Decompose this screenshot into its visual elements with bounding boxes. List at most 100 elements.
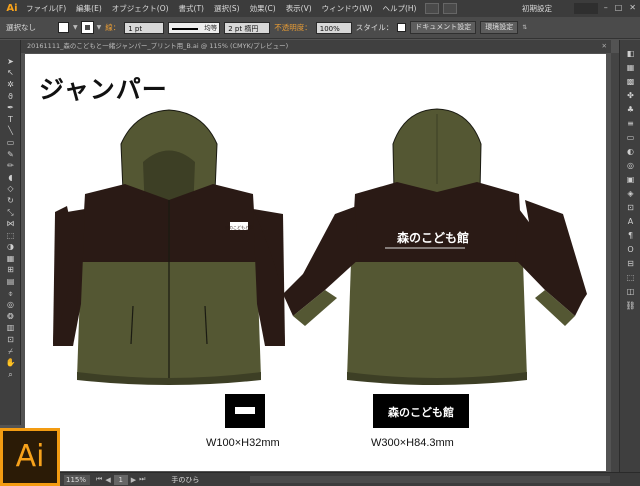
arrange-documents-icon[interactable] — [443, 3, 458, 14]
paintbrush-icon[interactable]: ✎ — [0, 149, 21, 161]
stroke-panel-icon[interactable]: ≡ — [620, 116, 640, 130]
maximize-button[interactable]: □ — [615, 3, 623, 12]
menu-view[interactable]: 表示(V) — [281, 3, 317, 14]
artboard-navigation: ⏮ ◀ 1 ▶ ⏭ — [96, 474, 145, 485]
links-icon[interactable]: ⛓ — [620, 298, 640, 312]
transform-icon[interactable]: ⬚ — [620, 270, 640, 284]
align-icon[interactable]: ⊟ — [620, 256, 640, 270]
search-input[interactable] — [574, 3, 598, 14]
jacket-illustrations: 森のこどもと館 森のこども館 森のこども館 — [53, 108, 587, 428]
stroke-swatch[interactable] — [80, 21, 94, 34]
workspace-switcher[interactable]: 初期設定 — [522, 3, 552, 14]
slice-tool-icon[interactable]: ⌿ — [0, 346, 21, 358]
eyedropper-icon[interactable]: ⌽ — [0, 288, 21, 300]
illustrator-logo: Ai — [0, 428, 60, 486]
close-button[interactable]: ✕ — [629, 3, 636, 12]
color-guide-icon[interactable]: ▦ — [620, 60, 640, 74]
stroke-label[interactable]: 線： — [105, 22, 120, 33]
zoom-tool-icon[interactable]: ⌕ — [0, 369, 21, 381]
shape-builder-icon[interactable]: ◑ — [0, 242, 21, 254]
menu-type[interactable]: 書式(T) — [174, 3, 209, 14]
column-graph-icon[interactable]: ▥ — [0, 323, 21, 335]
chevron-down-icon[interactable]: ▼ — [73, 24, 78, 31]
control-bar: 選択なし ▼ ▼ 線： 1 pt 均等 2 pt 楕円 不透明度： 100% ス… — [0, 17, 640, 39]
minimize-button[interactable]: – — [604, 3, 608, 12]
next-page-icon[interactable]: ▶ — [131, 476, 136, 484]
opacity-label[interactable]: 不透明度： — [274, 22, 312, 33]
last-page-icon[interactable]: ⏭ — [139, 475, 145, 484]
artboard-number-field[interactable]: 1 — [113, 474, 128, 485]
lasso-icon[interactable]: ϑ — [0, 91, 21, 103]
style-label: スタイル： — [355, 23, 394, 32]
eraser-icon[interactable]: ◇ — [0, 184, 21, 196]
chevron-down-icon[interactable]: ▼ — [97, 24, 102, 31]
paragraph-icon[interactable]: ¶ — [620, 228, 640, 242]
document-tab[interactable]: 20161111_森のこどもと一緒ジャンパー_プリント用_B.ai @ 115%… — [21, 40, 611, 53]
stroke-weight-field[interactable]: 1 pt — [124, 21, 165, 34]
horizontal-scrollbar[interactable] — [250, 476, 610, 483]
free-transform-icon[interactable]: ⬚ — [0, 230, 21, 242]
menu-window[interactable]: ウィンドウ(W) — [317, 3, 378, 14]
symbols-icon[interactable]: ♣ — [620, 102, 640, 116]
preferences-button[interactable]: 環境設定 — [480, 21, 519, 34]
perspective-grid-icon[interactable]: ▦ — [0, 253, 21, 265]
canvas[interactable]: ジャンパー 森のこどもと館 森のこども館 森のこども館 W100×H32mm W… — [21, 53, 611, 472]
selection-status: 選択なし — [6, 23, 36, 32]
artboard-tool-icon[interactable]: ⊡ — [0, 334, 21, 346]
pencil-icon[interactable]: ✏ — [0, 160, 21, 172]
magic-wand-icon[interactable]: ✲ — [0, 79, 21, 91]
selection-tool-icon[interactable]: ➤ — [0, 56, 21, 68]
menu-file[interactable]: ファイル(F) — [21, 3, 71, 14]
gradient-icon[interactable]: ▤ — [0, 276, 21, 288]
layers-icon[interactable]: ◈ — [620, 186, 640, 200]
fill-swatch[interactable] — [58, 22, 69, 33]
document-settings-button[interactable]: ドキュメント設定 — [410, 21, 477, 34]
menu-object[interactable]: オブジェクト(O) — [107, 3, 174, 14]
app-logo: Ai — [6, 3, 18, 14]
menu-help[interactable]: ヘルプ(H) — [377, 3, 421, 14]
rectangle-tool-icon[interactable]: ▭ — [0, 137, 21, 149]
style-swatch[interactable] — [397, 23, 407, 32]
close-icon[interactable]: ✕ — [602, 40, 607, 53]
vertical-scrollbar[interactable] — [611, 53, 619, 472]
hand-tool-icon[interactable]: ✋ — [0, 357, 21, 369]
menu-effect[interactable]: 効果(C) — [245, 3, 281, 14]
bridge-icon[interactable] — [425, 3, 440, 14]
zoom-field[interactable]: 115% — [64, 474, 90, 485]
menu-edit[interactable]: 編集(E) — [71, 3, 107, 14]
swatches-icon[interactable]: ▩ — [620, 74, 640, 88]
prev-page-icon[interactable]: ◀ — [105, 476, 110, 484]
blend-icon[interactable]: ◎ — [0, 299, 21, 311]
stroke-profile-dropdown[interactable]: 均等 — [168, 21, 221, 34]
rotate-icon[interactable]: ↻ — [0, 195, 21, 207]
line-tool-icon[interactable]: ╲ — [0, 126, 21, 138]
color-panel-icon[interactable]: ◧ — [620, 46, 640, 60]
transparency-icon[interactable]: ◐ — [620, 144, 640, 158]
pen-tool-icon[interactable]: ✒ — [0, 102, 21, 114]
current-tool-status: 手のひら — [171, 475, 200, 484]
pathfinder-icon[interactable]: ◫ — [620, 284, 640, 298]
first-page-icon[interactable]: ⏮ — [96, 475, 102, 484]
direct-selection-tool-icon[interactable]: ↖ — [0, 68, 21, 80]
brush-dropdown[interactable]: 2 pt 楕円 — [224, 21, 271, 34]
artboards-panel-icon[interactable]: ⊡ — [620, 200, 640, 214]
character-icon[interactable]: A — [620, 214, 640, 228]
width-tool-icon[interactable]: ⋈ — [0, 218, 21, 230]
window-controls: – □ ✕ — [604, 3, 636, 12]
panel-dock: ◧ ▦ ▩ ✤ ♣ ≡ ▭ ◐ ◎ ▣ ◈ ⊡ A ¶ O ⊟ ⬚ ◫ ⛓ — [619, 40, 640, 472]
opacity-field[interactable]: 100% — [315, 21, 352, 34]
blob-brush-icon[interactable]: ◖ — [0, 172, 21, 184]
scale-icon[interactable]: ⤡ — [0, 207, 21, 219]
gradient-panel-icon[interactable]: ▭ — [620, 130, 640, 144]
mesh-icon[interactable]: ⊞ — [0, 265, 21, 277]
opentype-icon[interactable]: O — [620, 242, 640, 256]
symbol-sprayer-icon[interactable]: ❂ — [0, 311, 21, 323]
arrange-icon[interactable]: ⇅ — [522, 24, 527, 31]
artboard: ジャンパー 森のこどもと館 森のこども館 森のこども館 W100×H32mm W… — [25, 54, 606, 471]
menu-select[interactable]: 選択(S) — [209, 3, 245, 14]
brushes-icon[interactable]: ✤ — [620, 88, 640, 102]
type-tool-icon[interactable]: T — [0, 114, 21, 126]
appearance-icon[interactable]: ◎ — [620, 158, 640, 172]
graphic-styles-icon[interactable]: ▣ — [620, 172, 640, 186]
back-logo-text: 森のこども館 — [397, 230, 469, 245]
